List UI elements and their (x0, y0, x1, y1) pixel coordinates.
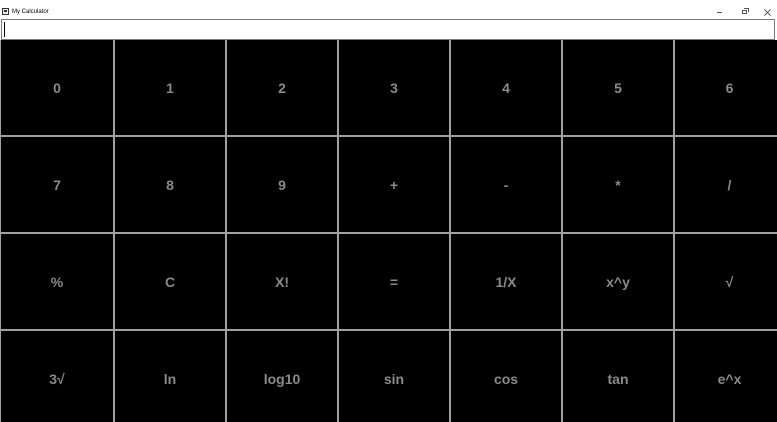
key-2[interactable]: 2 (227, 40, 337, 135)
key-0[interactable]: 0 (1, 40, 113, 135)
key-7[interactable]: 7 (1, 137, 113, 232)
window-title: My Calculator (12, 9, 49, 15)
maximize-button[interactable] (732, 4, 756, 20)
key-equals[interactable]: = (339, 234, 449, 329)
key-clear[interactable]: C (115, 234, 225, 329)
key-8[interactable]: 8 (115, 137, 225, 232)
close-icon (764, 9, 771, 16)
key-multiply[interactable]: * (563, 137, 673, 232)
key-reciprocal[interactable]: 1/X (451, 234, 561, 329)
minimize-icon (716, 11, 722, 13)
key-tan[interactable]: tan (563, 331, 673, 422)
key-1[interactable]: 1 (115, 40, 225, 135)
key-9[interactable]: 9 (227, 137, 337, 232)
keypad: 0 1 2 3 4 5 6 7 8 9 + - * /% C X! = 1/X x^y √ 3√ ln log10 sin co… (0, 40, 777, 422)
key-divide[interactable]: / (675, 137, 777, 232)
calculator-window: My Calculator 0 1 2 3 4 5 6 7 8 9 + - * /% C X! = 1/X x^y √… (0, 0, 777, 422)
display-input[interactable] (1, 19, 775, 40)
key-ln[interactable]: ln (115, 331, 225, 422)
key-3[interactable]: 3 (339, 40, 449, 135)
text-caret (4, 22, 5, 37)
key-sqrt[interactable]: √ (675, 234, 777, 329)
key-cube-root[interactable]: 3√ (1, 331, 113, 422)
key-plus[interactable]: + (339, 137, 449, 232)
maximize-icon (741, 8, 749, 14)
key-minus[interactable]: - (451, 137, 561, 232)
close-button[interactable] (755, 4, 777, 20)
key-power[interactable]: x^y (563, 234, 673, 329)
key-cos[interactable]: cos (451, 331, 561, 422)
key-exp[interactable]: e^x (675, 331, 777, 422)
app-icon (2, 8, 9, 15)
key-percent[interactable]: % (1, 234, 113, 329)
key-5[interactable]: 5 (563, 40, 673, 135)
key-6[interactable]: 6 (675, 40, 777, 135)
key-4[interactable]: 4 (451, 40, 561, 135)
key-sin[interactable]: sin (339, 331, 449, 422)
title-bar: My Calculator (0, 0, 777, 19)
minimize-button[interactable] (707, 4, 731, 20)
key-log10[interactable]: log10 (227, 331, 337, 422)
key-factorial[interactable]: X! (227, 234, 337, 329)
